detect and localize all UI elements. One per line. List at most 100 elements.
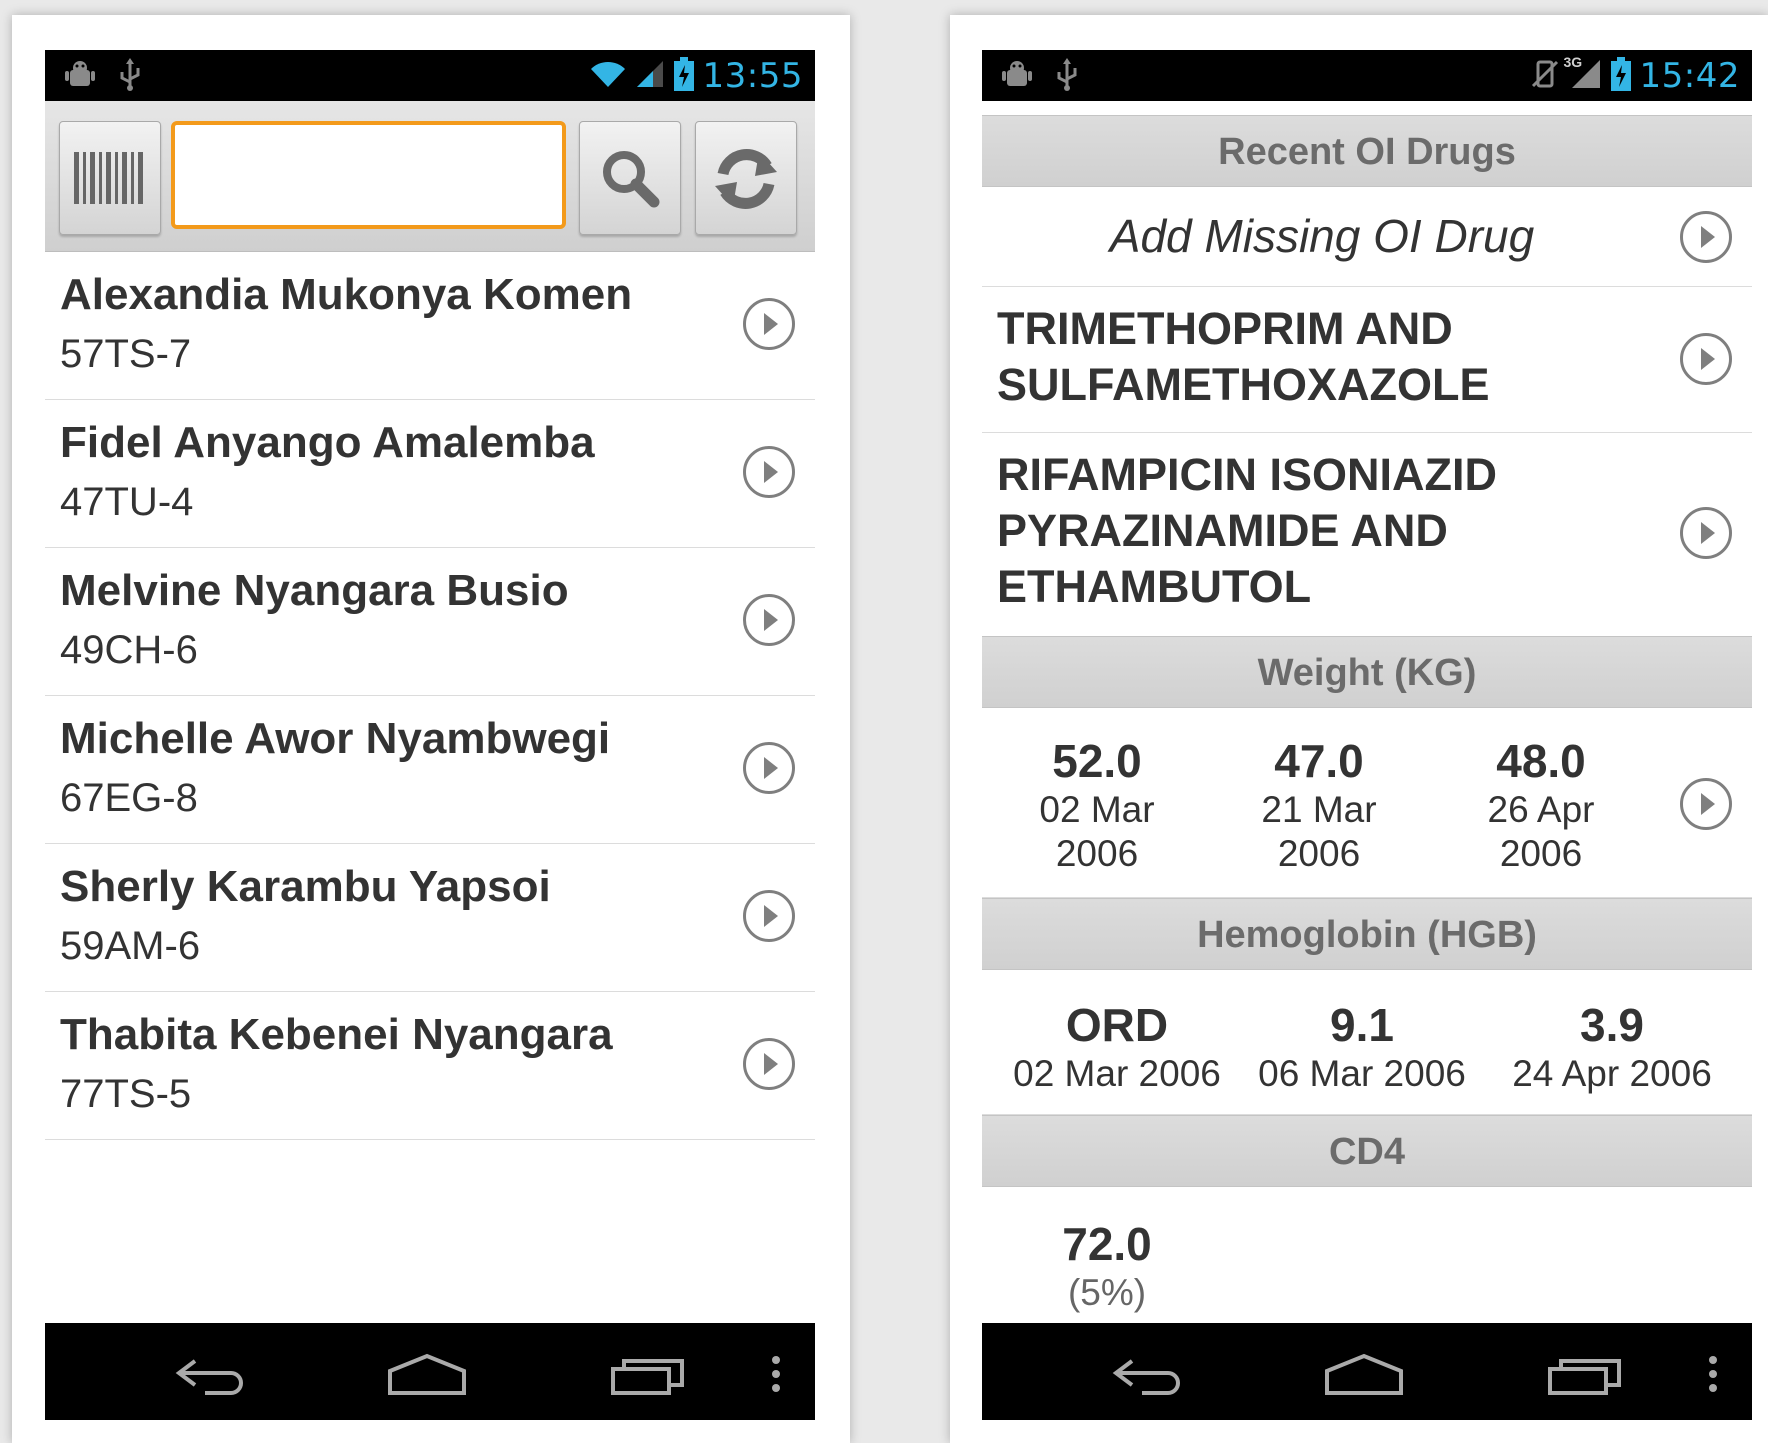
patient-search-screen: 13:55 Alexandia Mukonya Komen 57TS-7 Fid… [45, 50, 815, 1420]
oi-drug-item[interactable]: RIFAMPICIN ISONIAZID PYRAZINAMIDE AND ET… [982, 433, 1752, 636]
overflow-dots-icon [1709, 1356, 1717, 1392]
disclosure-arrow-icon [1680, 211, 1732, 263]
home-button[interactable] [1324, 1353, 1404, 1400]
back-icon [1112, 1359, 1180, 1395]
observation-value: 52.0 [1052, 735, 1142, 787]
recent-apps-icon [611, 1359, 684, 1395]
observation-percent: (5%) [1067, 1272, 1147, 1313]
observation-value: 48.0 [1496, 735, 1586, 787]
observation-value: 72.0 [1062, 1218, 1152, 1270]
disclosure-arrow-icon [1680, 333, 1732, 385]
patient-name: Fidel Anyango Amalemba [60, 418, 595, 467]
patient-summary-list: Recent OI Drugs Add Missing OI Drug TRIM… [982, 115, 1752, 1387]
recent-apps-button[interactable] [1547, 1353, 1623, 1400]
overflow-dots-icon [772, 1356, 780, 1392]
patient-id: 77TS-5 [60, 1072, 192, 1116]
home-icon [1325, 1353, 1403, 1395]
refresh-icon [715, 149, 777, 209]
hemoglobin-observation: 9.1 06 Mar 2006 [1247, 998, 1477, 1096]
battery-charging-icon [673, 56, 695, 96]
weight-observation: 48.0 26 Apr 2006 [1466, 734, 1616, 876]
search-field[interactable] [171, 121, 566, 229]
patient-list: Alexandia Mukonya Komen 57TS-7 Fidel Any… [45, 252, 815, 1140]
disclosure-arrow-icon [1680, 507, 1732, 559]
recent-apps-button[interactable] [610, 1353, 686, 1400]
observation-date: 02 Mar 2006 [1013, 1053, 1221, 1094]
observation-value: 3.9 [1580, 999, 1644, 1051]
navigation-bar [45, 1323, 815, 1420]
signal-icon [635, 59, 665, 94]
status-time: 13:55 [702, 56, 803, 96]
network-type-label: 3G [1563, 53, 1583, 70]
oi-drug-name-line: PYRAZINAMIDE AND [997, 505, 1448, 556]
disclosure-arrow-icon [1680, 778, 1732, 830]
back-button[interactable] [1112, 1353, 1186, 1400]
back-button[interactable] [175, 1353, 249, 1400]
hemoglobin-observation: ORD 02 Mar 2006 [1002, 998, 1232, 1096]
overflow-menu-button[interactable] [1708, 1355, 1718, 1398]
patient-id: 57TS-7 [60, 332, 192, 376]
status-time: 15:42 [1639, 56, 1740, 96]
observation-value: 47.0 [1274, 735, 1364, 787]
section-header-cd4: CD4 [982, 1115, 1752, 1187]
patient-row[interactable]: Alexandia Mukonya Komen 57TS-7 [45, 252, 815, 400]
oi-drug-name: TRIMETHOPRIM AND SULFAMETHOXAZOLE [997, 301, 1490, 413]
hemoglobin-observations-row: ORD 02 Mar 2006 9.1 06 Mar 2006 3.9 24 A… [982, 970, 1752, 1115]
cd4-observation: 72.0 (5%) [1032, 1217, 1182, 1315]
observation-date: 02 Mar [1039, 789, 1155, 830]
hemoglobin-observation: 3.9 24 Apr 2006 [1497, 998, 1727, 1096]
search-button[interactable] [579, 121, 681, 235]
patient-summary-screen: 3G 15:42 Recent OI Drugs Add Missing OI … [982, 50, 1752, 1420]
patient-row[interactable]: Melvine Nyangara Busio 49CH-6 [45, 548, 815, 696]
disclosure-arrow-icon [743, 890, 795, 942]
home-button[interactable] [387, 1353, 467, 1400]
android-debug-icon [1000, 58, 1034, 97]
weight-observation: 47.0 21 Mar 2006 [1244, 734, 1394, 876]
wifi-icon [589, 59, 627, 94]
search-icon [603, 151, 660, 208]
patient-row[interactable]: Sherly Karambu Yapsoi 59AM-6 [45, 844, 815, 992]
oi-drug-item[interactable]: TRIMETHOPRIM AND SULFAMETHOXAZOLE [982, 287, 1752, 433]
search-input[interactable] [175, 125, 562, 225]
patient-id: 59AM-6 [60, 924, 201, 968]
observation-date: 24 Apr 2006 [1512, 1053, 1712, 1094]
weight-observations-row[interactable]: 52.0 02 Mar 2006 47.0 21 Mar 2006 48.0 2… [982, 708, 1752, 898]
patient-row[interactable]: Michelle Awor Nyambwegi 67EG-8 [45, 696, 815, 844]
usb-icon [117, 58, 143, 97]
overflow-menu-button[interactable] [771, 1355, 781, 1398]
add-missing-oi-drug-item[interactable]: Add Missing OI Drug [982, 187, 1752, 287]
oi-drug-name-line: ETHAMBUTOL [997, 561, 1312, 612]
barcode-scan-button[interactable] [59, 121, 161, 235]
battery-charging-icon [1610, 56, 1632, 96]
vibrate-mute-icon [1530, 58, 1560, 95]
oi-drug-name-line: RIFAMPICIN ISONIAZID [997, 449, 1498, 500]
usb-icon [1054, 58, 1080, 97]
observation-value: ORD [1065, 999, 1169, 1051]
signal-3g-icon: 3G [1564, 54, 1602, 95]
patient-id: 49CH-6 [60, 628, 198, 672]
patient-id: 67EG-8 [60, 776, 198, 820]
navigation-bar [982, 1323, 1752, 1420]
refresh-button[interactable] [695, 121, 797, 235]
section-header-recent-oi-drugs: Recent OI Drugs [982, 115, 1752, 187]
patient-name: Alexandia Mukonya Komen [60, 270, 633, 319]
patient-name: Sherly Karambu Yapsoi [60, 862, 551, 911]
observation-date: 21 Mar [1261, 789, 1377, 830]
oi-drug-name-line: SULFAMETHOXAZOLE [997, 359, 1490, 410]
android-debug-icon [63, 58, 97, 97]
observation-value: 9.1 [1330, 999, 1394, 1051]
patient-row[interactable]: Fidel Anyango Amalemba 47TU-4 [45, 400, 815, 548]
observation-date: 06 Mar 2006 [1258, 1053, 1466, 1094]
weight-observation: 52.0 02 Mar 2006 [1022, 734, 1172, 876]
disclosure-arrow-icon [743, 1038, 795, 1090]
status-bar: 13:55 [45, 50, 815, 101]
observation-date: 26 Apr [1487, 789, 1595, 830]
patient-row[interactable]: Thabita Kebenei Nyangara 77TS-5 [45, 992, 815, 1140]
status-bar: 3G 15:42 [982, 50, 1752, 101]
oi-drug-name: RIFAMPICIN ISONIAZID PYRAZINAMIDE AND ET… [997, 447, 1497, 615]
disclosure-arrow-icon [743, 446, 795, 498]
add-missing-oi-drug-label: Add Missing OI Drug [1109, 210, 1535, 262]
patient-name: Melvine Nyangara Busio [60, 566, 569, 615]
observation-date: 2006 [1499, 833, 1583, 874]
section-header-weight: Weight (KG) [982, 636, 1752, 708]
